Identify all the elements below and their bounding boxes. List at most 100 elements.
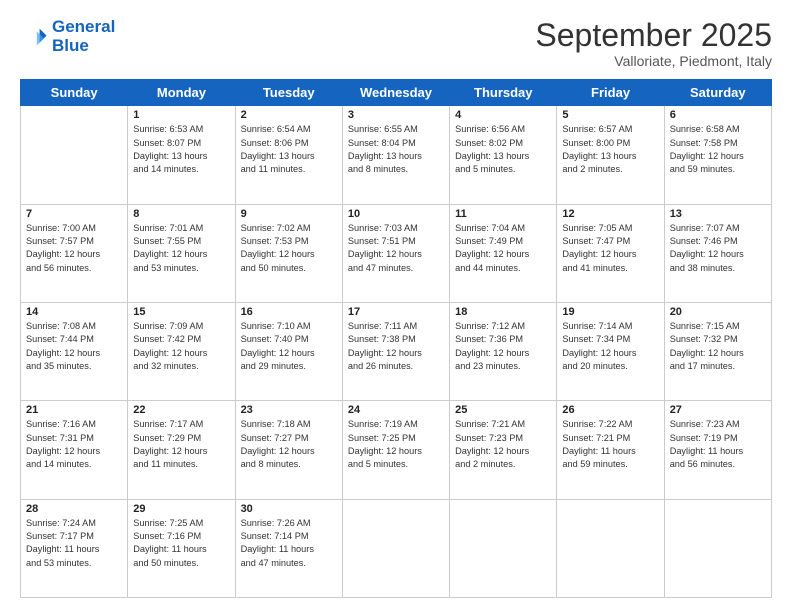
day-number: 20 bbox=[670, 306, 766, 318]
cell-text: Sunrise: 7:10 AM Sunset: 7:40 PM Dayligh… bbox=[241, 320, 337, 373]
day-number: 23 bbox=[241, 404, 337, 416]
calendar-cell bbox=[557, 499, 664, 597]
month-title: September 2025 bbox=[535, 18, 772, 53]
cell-text: Sunrise: 7:00 AM Sunset: 7:57 PM Dayligh… bbox=[26, 222, 122, 275]
day-number: 2 bbox=[241, 109, 337, 121]
calendar-cell bbox=[664, 499, 771, 597]
day-number: 24 bbox=[348, 404, 444, 416]
cell-text: Sunrise: 7:18 AM Sunset: 7:27 PM Dayligh… bbox=[241, 418, 337, 471]
cell-text: Sunrise: 6:55 AM Sunset: 8:04 PM Dayligh… bbox=[348, 123, 444, 176]
day-number: 8 bbox=[133, 208, 229, 220]
cell-text: Sunrise: 7:19 AM Sunset: 7:25 PM Dayligh… bbox=[348, 418, 444, 471]
day-number: 29 bbox=[133, 503, 229, 515]
calendar-cell: 11 Sunrise: 7:04 AM Sunset: 7:49 PM Dayli… bbox=[450, 204, 557, 302]
calendar-cell: 29 Sunrise: 7:25 AM Sunset: 7:16 PM Dayli… bbox=[128, 499, 235, 597]
day-number: 9 bbox=[241, 208, 337, 220]
logo-text: General Blue bbox=[52, 18, 115, 55]
cell-text: Sunrise: 7:26 AM Sunset: 7:14 PM Dayligh… bbox=[241, 517, 337, 570]
cell-text: Sunrise: 7:02 AM Sunset: 7:53 PM Dayligh… bbox=[241, 222, 337, 275]
calendar-cell: 14Sunrise: 7:08 AM Sunset: 7:44 PM Dayli… bbox=[21, 302, 128, 400]
calendar-cell: 1Sunrise: 6:53 AM Sunset: 8:07 PM Daylig… bbox=[128, 106, 235, 204]
calendar-cell: 28 Sunrise: 7:24 AM Sunset: 7:17 PM Dayli… bbox=[21, 499, 128, 597]
calendar-cell: 26 Sunrise: 7:22 AM Sunset: 7:21 PM Dayli… bbox=[557, 401, 664, 499]
cell-text: Sunrise: 7:25 AM Sunset: 7:16 PM Dayligh… bbox=[133, 517, 229, 570]
calendar-cell: 24 Sunrise: 7:19 AM Sunset: 7:25 PM Dayli… bbox=[342, 401, 449, 499]
cell-text: Sunrise: 7:22 AM Sunset: 7:21 PM Dayligh… bbox=[562, 418, 658, 471]
location: Valloriate, Piedmont, Italy bbox=[535, 53, 772, 69]
calendar-cell: 8 Sunrise: 7:01 AM Sunset: 7:55 PM Daylig… bbox=[128, 204, 235, 302]
day-number: 6 bbox=[670, 109, 766, 121]
calendar-cell: 6 Sunrise: 6:58 AM Sunset: 7:58 PM Daylig… bbox=[664, 106, 771, 204]
calendar-cell: 22Sunrise: 7:17 AM Sunset: 7:29 PM Dayli… bbox=[128, 401, 235, 499]
day-number: 11 bbox=[455, 208, 551, 220]
day-number: 25 bbox=[455, 404, 551, 416]
cell-text: Sunrise: 6:58 AM Sunset: 7:58 PM Dayligh… bbox=[670, 123, 766, 176]
cell-text: Sunrise: 7:14 AM Sunset: 7:34 PM Dayligh… bbox=[562, 320, 658, 373]
day-header-wednesday: Wednesday bbox=[342, 80, 449, 106]
day-header-monday: Monday bbox=[128, 80, 235, 106]
calendar-cell: 25 Sunrise: 7:21 AM Sunset: 7:23 PM Dayli… bbox=[450, 401, 557, 499]
calendar-table: SundayMondayTuesdayWednesdayThursdayFrid… bbox=[20, 79, 772, 598]
day-number: 16 bbox=[241, 306, 337, 318]
day-header-friday: Friday bbox=[557, 80, 664, 106]
day-header-sunday: Sunday bbox=[21, 80, 128, 106]
calendar-week-1: 1Sunrise: 6:53 AM Sunset: 8:07 PM Daylig… bbox=[21, 106, 772, 204]
calendar-week-3: 14Sunrise: 7:08 AM Sunset: 7:44 PM Dayli… bbox=[21, 302, 772, 400]
calendar-cell bbox=[21, 106, 128, 204]
cell-text: Sunrise: 7:17 AM Sunset: 7:29 PM Dayligh… bbox=[133, 418, 229, 471]
calendar-cell: 12 Sunrise: 7:05 AM Sunset: 7:47 PM Dayli… bbox=[557, 204, 664, 302]
calendar-cell bbox=[342, 499, 449, 597]
day-number: 7 bbox=[26, 208, 122, 220]
cell-text: Sunrise: 7:07 AM Sunset: 7:46 PM Dayligh… bbox=[670, 222, 766, 275]
cell-text: Sunrise: 7:24 AM Sunset: 7:17 PM Dayligh… bbox=[26, 517, 122, 570]
day-header-thursday: Thursday bbox=[450, 80, 557, 106]
day-header-saturday: Saturday bbox=[664, 80, 771, 106]
cell-text: Sunrise: 7:04 AM Sunset: 7:49 PM Dayligh… bbox=[455, 222, 551, 275]
calendar-cell: 27 Sunrise: 7:23 AM Sunset: 7:19 PM Dayli… bbox=[664, 401, 771, 499]
calendar-cell: 23 Sunrise: 7:18 AM Sunset: 7:27 PM Dayli… bbox=[235, 401, 342, 499]
calendar-week-4: 21Sunrise: 7:16 AM Sunset: 7:31 PM Dayli… bbox=[21, 401, 772, 499]
calendar-cell: 15Sunrise: 7:09 AM Sunset: 7:42 PM Dayli… bbox=[128, 302, 235, 400]
calendar-cell: 19 Sunrise: 7:14 AM Sunset: 7:34 PM Dayli… bbox=[557, 302, 664, 400]
cell-text: Sunrise: 7:21 AM Sunset: 7:23 PM Dayligh… bbox=[455, 418, 551, 471]
title-block: September 2025 Valloriate, Piedmont, Ita… bbox=[535, 18, 772, 69]
day-header-tuesday: Tuesday bbox=[235, 80, 342, 106]
day-number: 17 bbox=[348, 306, 444, 318]
day-number: 1 bbox=[133, 109, 229, 121]
cell-text: Sunrise: 7:23 AM Sunset: 7:19 PM Dayligh… bbox=[670, 418, 766, 471]
calendar-cell bbox=[450, 499, 557, 597]
day-number: 3 bbox=[348, 109, 444, 121]
day-number: 28 bbox=[26, 503, 122, 515]
day-number: 26 bbox=[562, 404, 658, 416]
day-number: 19 bbox=[562, 306, 658, 318]
calendar-cell: 13 Sunrise: 7:07 AM Sunset: 7:46 PM Dayli… bbox=[664, 204, 771, 302]
calendar-cell: 20 Sunrise: 7:15 AM Sunset: 7:32 PM Dayli… bbox=[664, 302, 771, 400]
cell-text: Sunrise: 6:54 AM Sunset: 8:06 PM Dayligh… bbox=[241, 123, 337, 176]
calendar-cell: 3 Sunrise: 6:55 AM Sunset: 8:04 PM Daylig… bbox=[342, 106, 449, 204]
logo: General Blue bbox=[20, 18, 115, 55]
day-number: 27 bbox=[670, 404, 766, 416]
cell-text: Sunrise: 7:11 AM Sunset: 7:38 PM Dayligh… bbox=[348, 320, 444, 373]
header: General Blue September 2025 Valloriate, … bbox=[20, 18, 772, 69]
calendar-cell: 5 Sunrise: 6:57 AM Sunset: 8:00 PM Daylig… bbox=[557, 106, 664, 204]
calendar-cell: 7 Sunrise: 7:00 AM Sunset: 7:57 PM Daylig… bbox=[21, 204, 128, 302]
page: General Blue September 2025 Valloriate, … bbox=[0, 0, 792, 612]
cell-text: Sunrise: 7:08 AM Sunset: 7:44 PM Dayligh… bbox=[26, 320, 122, 373]
calendar-week-2: 7 Sunrise: 7:00 AM Sunset: 7:57 PM Daylig… bbox=[21, 204, 772, 302]
day-number: 13 bbox=[670, 208, 766, 220]
day-number: 30 bbox=[241, 503, 337, 515]
calendar-cell: 10Sunrise: 7:03 AM Sunset: 7:51 PM Dayli… bbox=[342, 204, 449, 302]
day-number: 5 bbox=[562, 109, 658, 121]
day-number: 18 bbox=[455, 306, 551, 318]
cell-text: Sunrise: 7:01 AM Sunset: 7:55 PM Dayligh… bbox=[133, 222, 229, 275]
calendar-cell: 30 Sunrise: 7:26 AM Sunset: 7:14 PM Dayli… bbox=[235, 499, 342, 597]
day-number: 12 bbox=[562, 208, 658, 220]
calendar-cell: 16 Sunrise: 7:10 AM Sunset: 7:40 PM Dayli… bbox=[235, 302, 342, 400]
cell-text: Sunrise: 6:57 AM Sunset: 8:00 PM Dayligh… bbox=[562, 123, 658, 176]
cell-text: Sunrise: 7:05 AM Sunset: 7:47 PM Dayligh… bbox=[562, 222, 658, 275]
cell-text: Sunrise: 6:56 AM Sunset: 8:02 PM Dayligh… bbox=[455, 123, 551, 176]
calendar-cell: 21Sunrise: 7:16 AM Sunset: 7:31 PM Dayli… bbox=[21, 401, 128, 499]
cell-text: Sunrise: 7:15 AM Sunset: 7:32 PM Dayligh… bbox=[670, 320, 766, 373]
logo-icon bbox=[20, 23, 48, 51]
calendar-cell: 9 Sunrise: 7:02 AM Sunset: 7:53 PM Daylig… bbox=[235, 204, 342, 302]
